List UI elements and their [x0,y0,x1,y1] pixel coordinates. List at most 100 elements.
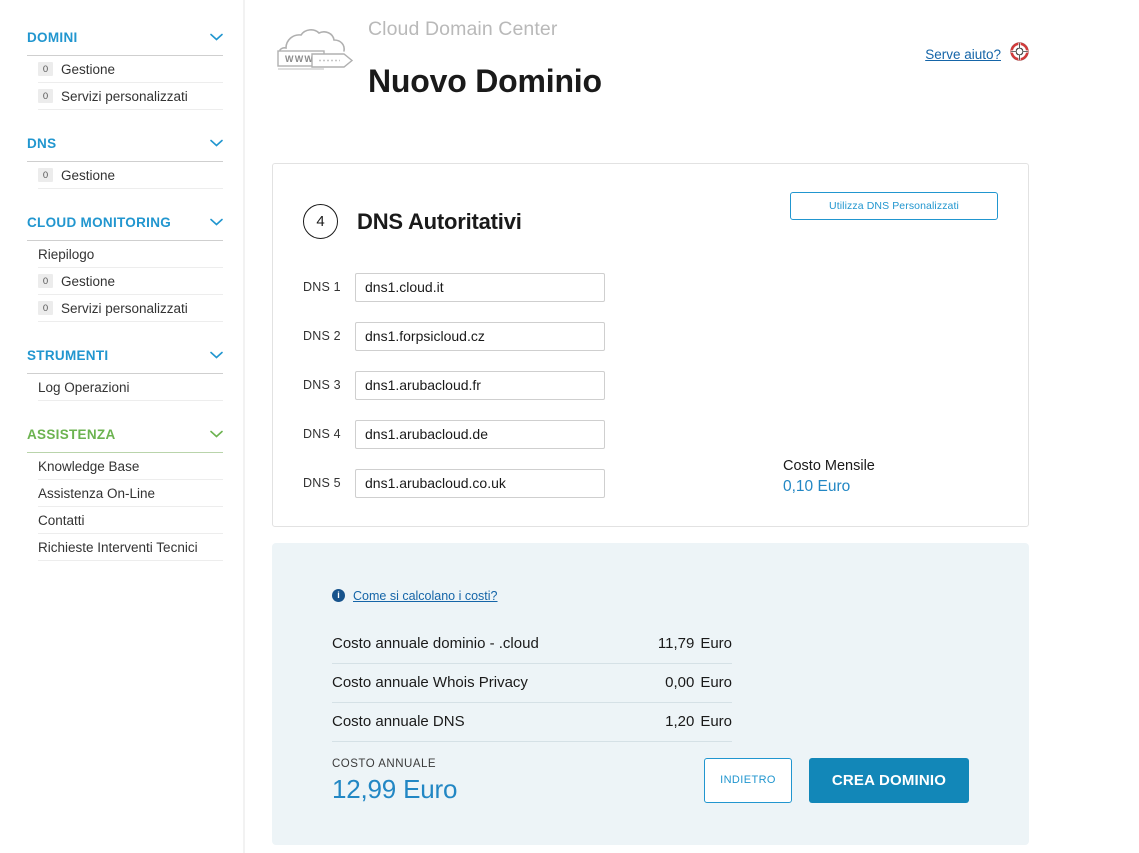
dns-row: DNS 4 [303,420,998,449]
sidebar-item-label: Servizi personalizzati [61,301,188,316]
chevron-down-icon[interactable] [210,33,223,41]
cost-item-value: 0,00Euro [665,674,732,691]
totals-row: COSTO ANNUALE 12,99 Euro INDIETRO CREA D… [332,758,969,805]
cost-item-amount: 11,79 [658,635,694,652]
chevron-down-icon[interactable] [210,430,223,438]
sidebar-item-label: Gestione [61,274,115,289]
sidebar-item-count-badge: 0 [38,62,53,76]
annual-total-label: COSTO ANNUALE [332,758,704,770]
sidebar-item-count-badge: 0 [38,274,53,288]
sidebar-item-label: Riepilogo [38,247,94,262]
sidebar-item-servizi-personalizzati[interactable]: 0 Servizi personalizzati [0,295,243,321]
dns-input-3[interactable] [355,371,605,400]
sidebar-item-servizi-personalizzati[interactable]: 0Servizi personalizzati [0,83,243,109]
cost-item-currency: Euro [700,713,732,730]
sidebar-group-strumenti: STRUMENTI Log Operazioni [0,344,243,401]
cost-item-name: Costo annuale dominio - .cloud [332,635,539,652]
sidebar-item-contatti[interactable]: Contatti [0,507,243,533]
cost-summary-panel: i Come si calcolano i costi? Costo annua… [272,543,1029,845]
sidebar-item-label: Log Operazioni [38,380,130,395]
page-header: WWW Cloud Domain Center Nuovo Dominio Se… [272,18,1029,122]
create-domain-button[interactable]: CREA DOMINIO [809,758,969,803]
how-costs-calculated-link[interactable]: Come si calcolano i costi? [353,589,498,603]
sidebar-group-domini: DOMINI 0 Gestione 0Servizi personalizzati [0,26,243,110]
sidebar-item-label: Richieste Interventi Tecnici [38,540,198,555]
cost-calc-help[interactable]: i Come si calcolano i costi? [332,589,969,603]
annual-total-currency: Euro [403,774,457,804]
dns-field-label: DNS 3 [303,378,355,392]
sidebar-item-richieste-interventi-tecnici[interactable]: Richieste Interventi Tecnici [0,534,243,560]
cost-row: Costo annuale Whois Privacy 0,00Euro [332,664,732,703]
sidebar-group-header[interactable]: DNS [0,132,243,154]
cost-item-currency: Euro [700,635,732,652]
dns-card: 4 DNS Autoritativi Utilizza DNS Personal… [272,163,1029,527]
sidebar-group-header[interactable]: ASSISTENZA [0,423,243,445]
back-button[interactable]: INDIETRO [704,758,792,803]
chevron-down-icon[interactable] [210,218,223,226]
dns-field-label: DNS 4 [303,427,355,441]
sidebar-group-cloud-monitoring: CLOUD MONITORING Riepilogo 0 Gestione 0 Servi… [0,211,243,322]
monthly-cost-value: 0,10 Euro [783,477,875,498]
dns-row: DNS 5 [303,469,998,498]
main-content: WWW Cloud Domain Center Nuovo Dominio Se… [245,0,1139,853]
info-icon: i [332,589,345,602]
dns-input-5[interactable] [355,469,605,498]
sidebar-item-count-badge: 0 [38,168,53,182]
sidebar-group-assistenza: ASSISTENZA Knowledge Base Assistenza On-Li… [0,423,243,561]
dns-field-label: DNS 1 [303,280,355,294]
cost-item-value: 1,20Euro [665,713,732,730]
monthly-cost-label: Costo Mensile [783,457,875,477]
cost-item-name: Costo annuale Whois Privacy [332,674,528,691]
dns-row: DNS 2 [303,322,998,351]
sidebar-group-dns: DNS 0Gestione [0,132,243,189]
sidebar-item-label: Gestione [61,62,115,77]
sidebar-item-divider [38,109,223,110]
dns-row: DNS 1 [303,273,998,302]
use-custom-dns-button[interactable]: Utilizza DNS Personalizzati [790,192,998,220]
chevron-down-icon[interactable] [210,139,223,147]
sidebar-item-label: Assistenza On-Line [38,486,155,501]
annual-total: COSTO ANNUALE 12,99 Euro [332,758,704,805]
sidebar-item-label: Contatti [38,513,85,528]
sidebar-item-knowledge-base[interactable]: Knowledge Base [0,453,243,479]
sidebar-group-label: DOMINI [27,30,78,45]
sidebar-item-gestione[interactable]: 0 Gestione [0,56,243,82]
sidebar-item-gestione[interactable]: 0Gestione [0,162,243,188]
sidebar-group-label: STRUMENTI [27,348,108,363]
sidebar: DOMINI 0 Gestione 0 Servizi personalizzati DN… [0,0,245,853]
brand-name: Cloud Domain Center [368,18,602,40]
sidebar-item-count-badge: 0 [38,89,53,103]
lifebuoy-icon [1010,42,1029,66]
sidebar-item-divider [38,560,223,561]
app-root: DOMINI 0 Gestione 0 Servizi personalizzati DN… [0,0,1139,853]
chevron-down-icon[interactable] [210,351,223,359]
sidebar-item-log-operazioni[interactable]: Log Operazioni [0,374,243,400]
sidebar-item-assistenza-on-line[interactable]: Assistenza On-Line [0,480,243,506]
sidebar-group-label: ASSISTENZA [27,427,116,442]
annual-total-value: 12,99 Euro [332,774,704,805]
dns-input-1[interactable] [355,273,605,302]
sidebar-item-divider [38,321,223,322]
dns-input-4[interactable] [355,420,605,449]
panel-actions: INDIETRO CREA DOMINIO [704,758,969,805]
sidebar-group-header[interactable]: DOMINI [0,26,243,48]
cost-item-name: Costo annuale DNS [332,713,465,730]
cost-breakdown-table: Costo annuale dominio - .cloud11,79EuroC… [332,625,732,742]
sidebar-item-divider [38,188,223,189]
dns-field-label: DNS 5 [303,476,355,490]
monthly-cost-currency: Euro [817,478,850,495]
annual-total-amount: 12,99 [332,774,396,804]
help-link-group[interactable]: Serve aiuto? [925,42,1029,66]
cost-item-currency: Euro [700,674,732,691]
sidebar-item-gestione[interactable]: 0 Gestione [0,268,243,294]
sidebar-item-riepilogo[interactable]: Riepilogo [0,241,243,267]
sidebar-group-label: CLOUD MONITORING [27,215,171,230]
monthly-cost: Costo Mensile 0,10 Euro [783,457,875,497]
sidebar-item-count-badge: 0 [38,301,53,315]
monthly-cost-amount: 0,10 [783,478,813,495]
sidebar-group-label: DNS [27,136,56,151]
dns-input-2[interactable] [355,322,605,351]
sidebar-group-header[interactable]: STRUMENTI [0,344,243,366]
help-link[interactable]: Serve aiuto? [925,47,1001,62]
sidebar-group-header[interactable]: CLOUD MONITORING [0,211,243,233]
